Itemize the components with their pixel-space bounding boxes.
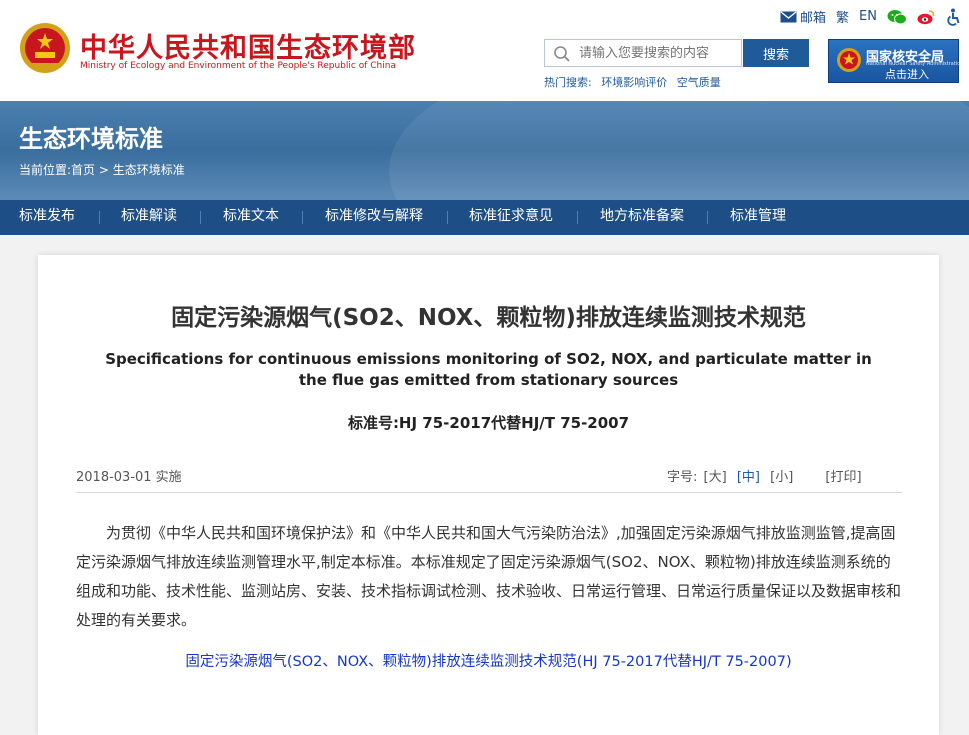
ministry-name-en[interactable]: Ministry of Ecology and Environment of t… xyxy=(80,61,396,71)
nav-divider xyxy=(707,211,708,224)
nnsa-action: 点击进入 xyxy=(885,68,929,81)
document-download-link[interactable]: 固定污染源烟气(SO2、NOX、颗粒物)排放连续监测技术规范(HJ 75-201… xyxy=(0,650,969,671)
nav-item-standard-text[interactable]: 标准文本 xyxy=(223,200,279,235)
page-banner: 生态环境标准 当前位置:首页 > 生态环境标准 xyxy=(0,101,969,200)
nav-divider xyxy=(302,211,303,224)
print-button[interactable]: [打印] xyxy=(825,470,861,485)
breadcrumb-home[interactable]: 首页 xyxy=(71,163,95,177)
article-title-en: Specifications for continuous emissions … xyxy=(105,350,872,389)
nav-divider xyxy=(200,211,201,224)
nav-item-local-standards[interactable]: 地方标准备案 xyxy=(600,200,684,235)
nav-divider xyxy=(577,211,578,224)
hot-search-item[interactable]: 空气质量 xyxy=(677,76,721,89)
search-input[interactable] xyxy=(579,43,734,63)
site-header: 中华人民共和国生态环境部 Ministry of Ecology and Env… xyxy=(0,0,969,101)
font-size-small-button[interactable]: [小] xyxy=(770,470,793,485)
search-box xyxy=(544,39,742,67)
hot-search-item[interactable]: 环境影响评价 xyxy=(601,76,667,89)
wechat-icon[interactable] xyxy=(887,9,907,25)
nnsa-emblem-icon xyxy=(837,48,861,72)
nav-item-standard-consultation[interactable]: 标准征求意见 xyxy=(469,200,553,235)
english-link[interactable]: EN xyxy=(859,9,877,24)
font-size-controls: 字号: [大] [中] [小] [打印] xyxy=(667,466,868,485)
national-emblem-icon[interactable] xyxy=(19,21,71,75)
ministry-name-cn[interactable]: 中华人民共和国生态环境部 xyxy=(80,26,416,65)
mail-label: 邮箱 xyxy=(800,11,827,26)
breadcrumb-current[interactable]: 生态环境标准 xyxy=(113,163,185,177)
accessibility-icon[interactable] xyxy=(945,8,961,26)
nav-item-standard-revision[interactable]: 标准修改与解释 xyxy=(325,200,423,235)
weibo-icon[interactable] xyxy=(917,9,935,25)
article-title-cn: 固定污染源烟气(SO2、NOX、颗粒物)排放连续监测技术规范 xyxy=(171,305,806,331)
hot-search-label: 热门搜索: xyxy=(544,76,592,89)
banner-decoration xyxy=(389,101,969,200)
standard-number: 标准号:HJ 75-2017代替HJ/T 75-2007 xyxy=(347,414,630,432)
breadcrumb-prefix: 当前位置: xyxy=(19,163,72,177)
breadcrumb: 当前位置:首页 > 生态环境标准 xyxy=(19,161,185,178)
breadcrumb-separator: > xyxy=(98,163,109,177)
nnsa-entry-button[interactable]: 国家核安全局 National Nuclear Safety Administr… xyxy=(828,39,963,83)
font-size-large-button[interactable]: [大] xyxy=(704,470,727,485)
font-size-medium-button[interactable]: [中] xyxy=(737,470,760,485)
nav-divider xyxy=(99,211,100,224)
nav-item-standard-management[interactable]: 标准管理 xyxy=(730,200,786,235)
font-size-label: 字号: xyxy=(667,470,698,485)
main-nav: 标准发布 标准解读 标准文本 标准修改与解释 标准征求意见 地方标准备案 标准管… xyxy=(0,200,969,235)
page-title: 生态环境标准 xyxy=(19,125,163,153)
article-divider xyxy=(76,492,902,493)
search-icon xyxy=(554,46,570,62)
article-body: 为贯彻《中华人民共和国环境保护法》和《中华人民共和国大气污染防治法》,加强固定污… xyxy=(76,524,902,629)
effective-date: 2018-03-01 实施 xyxy=(76,470,182,485)
traditional-chinese-link[interactable]: 繁 xyxy=(836,7,849,26)
search-button[interactable]: 搜索 xyxy=(743,39,809,67)
nav-item-standard-release[interactable]: 标准发布 xyxy=(19,200,75,235)
hot-search: 热门搜索: 环境影响评价 空气质量 xyxy=(544,74,727,90)
top-links: 邮箱 繁 EN xyxy=(770,7,961,26)
mail-link[interactable]: 邮箱 xyxy=(780,7,826,26)
nav-item-standard-interpretation[interactable]: 标准解读 xyxy=(121,200,177,235)
mail-icon xyxy=(780,10,797,22)
nav-divider xyxy=(447,211,448,224)
